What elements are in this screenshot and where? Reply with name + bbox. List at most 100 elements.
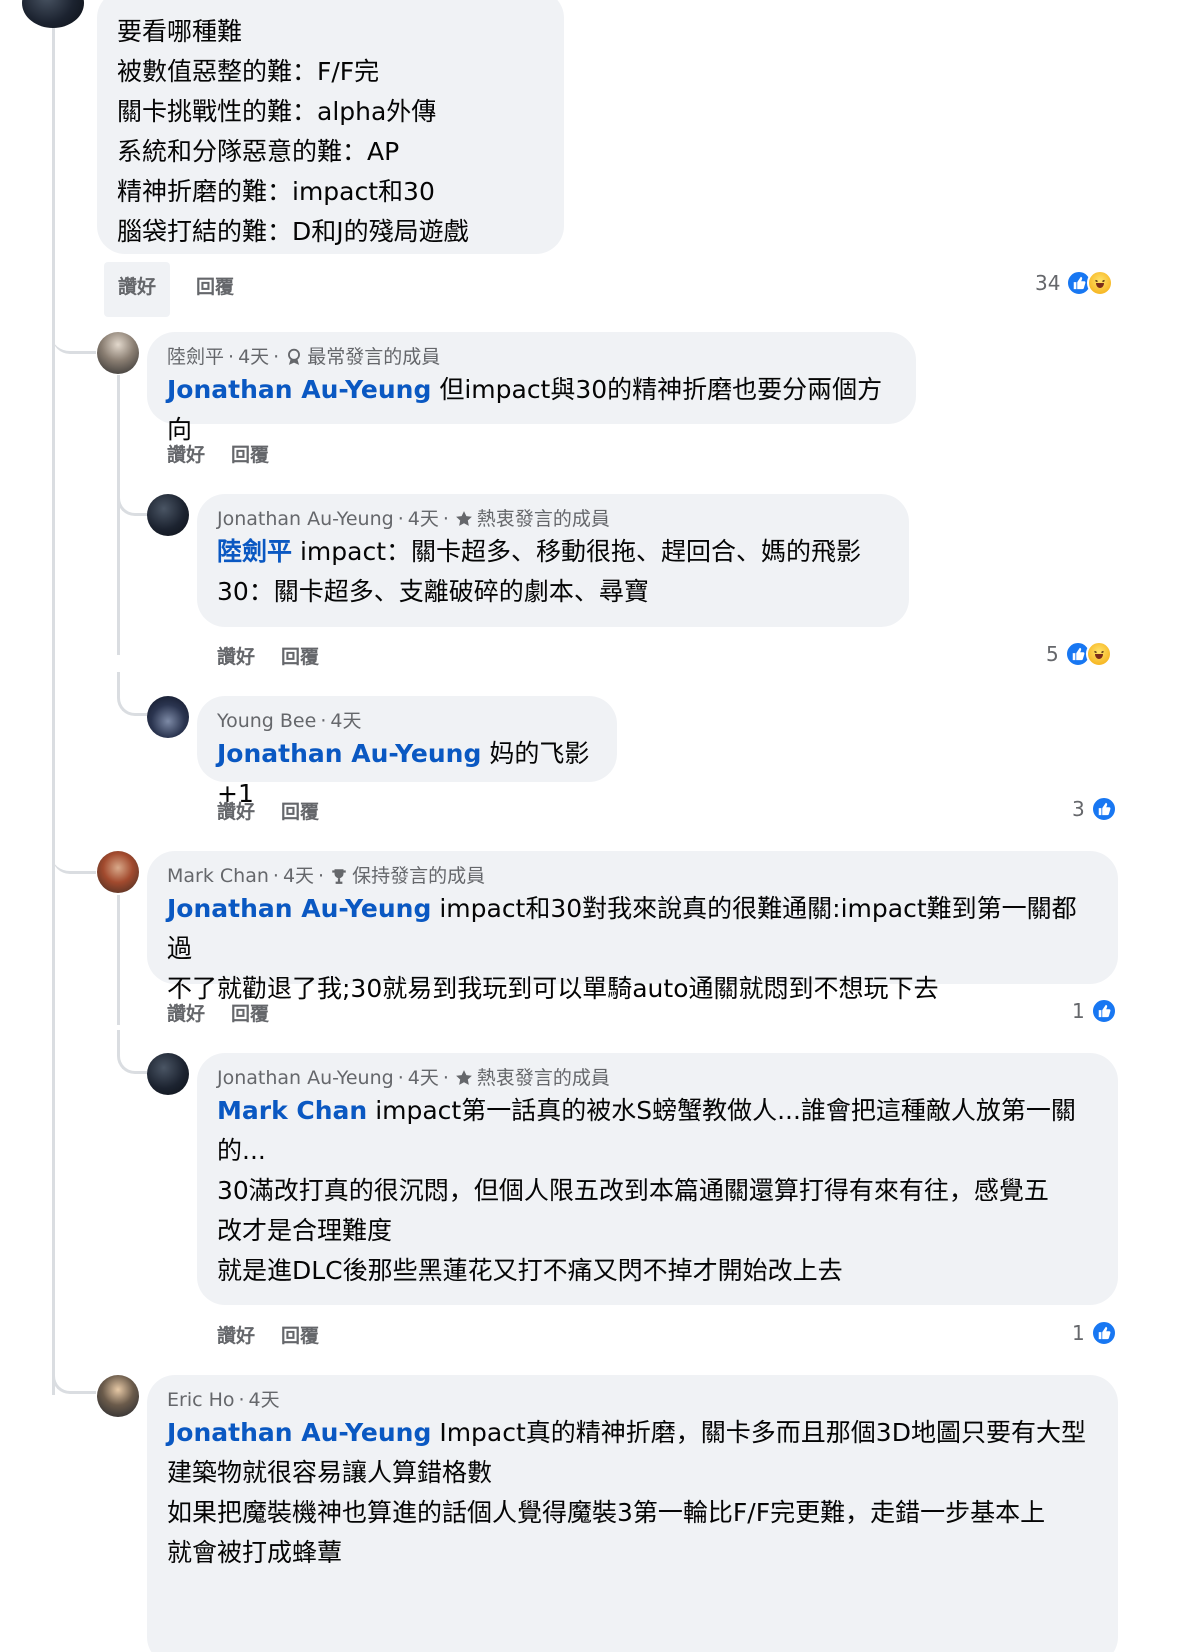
comment-bubble: 陸劍平 · 4天 · 最常發言的成員 Jonathan Au-Yeung 但im… [147, 332, 916, 444]
reaction-count: 5 [1046, 642, 1059, 666]
comment-meta: 陸劍平 · 4天 · 最常發言的成員 [167, 344, 896, 370]
thread-elbow-sub-1b [117, 672, 147, 716]
thread-line-sub-1 [117, 375, 120, 655]
mention-link[interactable]: Mark Chan [217, 1096, 367, 1125]
avatar[interactable] [147, 1053, 189, 1095]
comment-time[interactable]: 4天 [330, 708, 361, 734]
reaction-summary[interactable]: 1 [1072, 998, 1117, 1024]
comment-bubble: Young Bee · 4天 Jonathan Au-Yeung 妈的飞影+1 [197, 696, 617, 808]
separator: · [320, 710, 327, 732]
comment-meta: Young Bee · 4天 [217, 708, 597, 734]
avatar[interactable] [97, 1375, 139, 1417]
separator: · [272, 865, 279, 887]
reaction-count: 3 [1072, 797, 1085, 821]
comment-time[interactable]: 4天 [408, 506, 439, 532]
avatar[interactable] [147, 696, 189, 738]
haha-reaction-icon [1087, 270, 1114, 296]
comment-text-line: 就會被打成蜂蕈 [167, 1538, 343, 1567]
comment-time[interactable]: 4天 [408, 1065, 439, 1091]
star-badge-icon [456, 1070, 472, 1085]
comment-bubble: Jonathan Au-Yeung · 4天 · 熱衷發言的成員 陸劍平 imp… [197, 494, 909, 627]
like-reaction-icon [1090, 998, 1117, 1024]
reaction-count: 1 [1072, 1321, 1085, 1345]
mention-link[interactable]: Jonathan Au-Yeung [167, 1418, 431, 1447]
comment-text-line: 就是進DLC後那些黑蓮花又打不痛又閃不掉才開始改上去 [217, 1256, 843, 1285]
reaction-summary[interactable]: 5 [1046, 641, 1112, 667]
comment-actions: 讚好 回覆 [217, 797, 319, 824]
reaction-summary[interactable]: 1 [1072, 1320, 1117, 1346]
mention-link[interactable]: Jonathan Au-Yeung [217, 739, 481, 768]
like-button[interactable]: 讚好 [167, 440, 205, 467]
like-button[interactable]: 讚好 [167, 999, 205, 1026]
thread-elbow-eric [52, 1350, 96, 1394]
comment-author[interactable]: Jonathan Au-Yeung [217, 506, 394, 532]
comment-line: 被數值惡整的難：F/F完 [117, 57, 380, 86]
comment-text-line: 30滿改打真的很沉悶，但個人限五改到本篇通關還算打得有來有往，感覺五 [217, 1176, 1049, 1205]
comment-author[interactable]: Mark Chan [167, 863, 269, 889]
comment-time[interactable]: 4天 [283, 863, 314, 889]
like-button[interactable]: 讚好 [217, 797, 255, 824]
comment-time[interactable]: 4天 [238, 344, 269, 370]
comment-text: Impact真的精神折磨，關卡多而且那個3D地圖只要有大型 [439, 1418, 1086, 1447]
comment-actions: 讚好 回覆 [217, 642, 319, 669]
reply-button[interactable]: 回覆 [281, 1321, 319, 1348]
comment-body: Mark Chan impact第一話真的被水S螃蟹教做人...誰會把這種敵人放… [217, 1091, 1098, 1131]
comment-author[interactable]: Eric Ho [167, 1387, 235, 1413]
separator: · [442, 1067, 449, 1089]
comment-text: impact：關卡超多、移動很拖、趕回合、媽的飛影 [299, 537, 862, 566]
reply-button[interactable]: 回覆 [196, 272, 234, 317]
comment-author[interactable]: 陸劍平 [167, 344, 224, 370]
comment-text-line: 不了就勸退了我;30就易到我玩到可以單騎auto通關就悶到不想玩下去 [167, 974, 939, 1003]
mention-link[interactable]: Jonathan Au-Yeung [167, 894, 431, 923]
avatar[interactable] [22, 0, 84, 28]
trophy-badge-icon [332, 869, 346, 884]
comment-bubble: Jonathan Au-Yeung · 4天 · 熱衷發言的成員 Mark Ch… [197, 1053, 1118, 1305]
comment-body: Jonathan Au-Yeung impact和30對我來說真的很難通關:im… [167, 889, 1098, 969]
thread-elbow-2 [52, 830, 96, 874]
separator: · [238, 1389, 245, 1411]
comment-author[interactable]: Jonathan Au-Yeung [217, 1065, 394, 1091]
comment-actions: 讚好 回覆 [167, 440, 269, 467]
comment-actions: 讚好 回覆 [167, 999, 269, 1026]
comment-text-line: 的... [217, 1136, 266, 1165]
separator: · [228, 346, 235, 368]
like-button[interactable]: 讚好 [104, 262, 171, 317]
avatar[interactable] [97, 851, 139, 893]
comment-text-line: 建築物就很容易讓人算錯格數 [167, 1458, 493, 1487]
comment-author[interactable]: Young Bee [217, 708, 316, 734]
reaction-count: 1 [1072, 999, 1085, 1023]
avatar[interactable] [97, 332, 139, 374]
avatar[interactable] [147, 494, 189, 536]
member-badge: 熱衷發言的成員 [476, 508, 610, 530]
thread-elbow-1 [52, 310, 96, 354]
comment-actions: 讚好 回覆 [217, 1321, 319, 1348]
separator: · [397, 508, 404, 530]
reply-button[interactable]: 回覆 [281, 797, 319, 824]
reaction-summary[interactable]: 3 [1072, 796, 1117, 822]
like-reaction-icon [1090, 1320, 1117, 1346]
comment-body: Jonathan Au-Yeung 但impact與30的精神折磨也要分兩個方向 [167, 370, 896, 450]
comment-body: 陸劍平 impact：關卡超多、移動很拖、趕回合、媽的飛影 [217, 532, 889, 572]
comment-bubble: 要看哪種難 被數值惡整的難：F/F完 關卡挑戰性的難：alpha外傳 系統和分隊… [97, 0, 564, 254]
reaction-summary[interactable]: 34 [1035, 270, 1114, 296]
award-badge-icon [288, 348, 301, 365]
member-badge: 最常發言的成員 [307, 346, 441, 368]
comment-actions: 讚好 回覆 [104, 262, 234, 317]
haha-reaction-icon [1085, 641, 1112, 667]
star-badge-icon [456, 511, 472, 526]
thread-elbow-sub-2 [117, 1030, 147, 1074]
like-button[interactable]: 讚好 [217, 642, 255, 669]
reply-button[interactable]: 回覆 [231, 999, 269, 1026]
comment-text: impact第一話真的被水S螃蟹教做人...誰會把這種敵人放第一關 [375, 1096, 1076, 1125]
comment-meta: Jonathan Au-Yeung · 4天 · 熱衷發言的成員 [217, 1065, 1098, 1091]
reply-button[interactable]: 回覆 [281, 642, 319, 669]
mention-link[interactable]: 陸劍平 [217, 537, 292, 566]
like-button[interactable]: 讚好 [217, 1321, 255, 1348]
comment-text-line: 改才是合理難度 [217, 1216, 393, 1245]
reply-button[interactable]: 回覆 [231, 440, 269, 467]
comment-line: 系統和分隊惡意的難：AP [117, 137, 400, 166]
comment-time[interactable]: 4天 [249, 1387, 280, 1413]
comment-bubble: Eric Ho · 4天 Jonathan Au-Yeung Impact真的精… [147, 1375, 1118, 1652]
mention-link[interactable]: Jonathan Au-Yeung [167, 375, 431, 404]
comment-text-line: 如果把魔裝機神也算進的話個人覺得魔裝3第一輪比F/F完更難，走錯一步基本上 [167, 1498, 1046, 1527]
